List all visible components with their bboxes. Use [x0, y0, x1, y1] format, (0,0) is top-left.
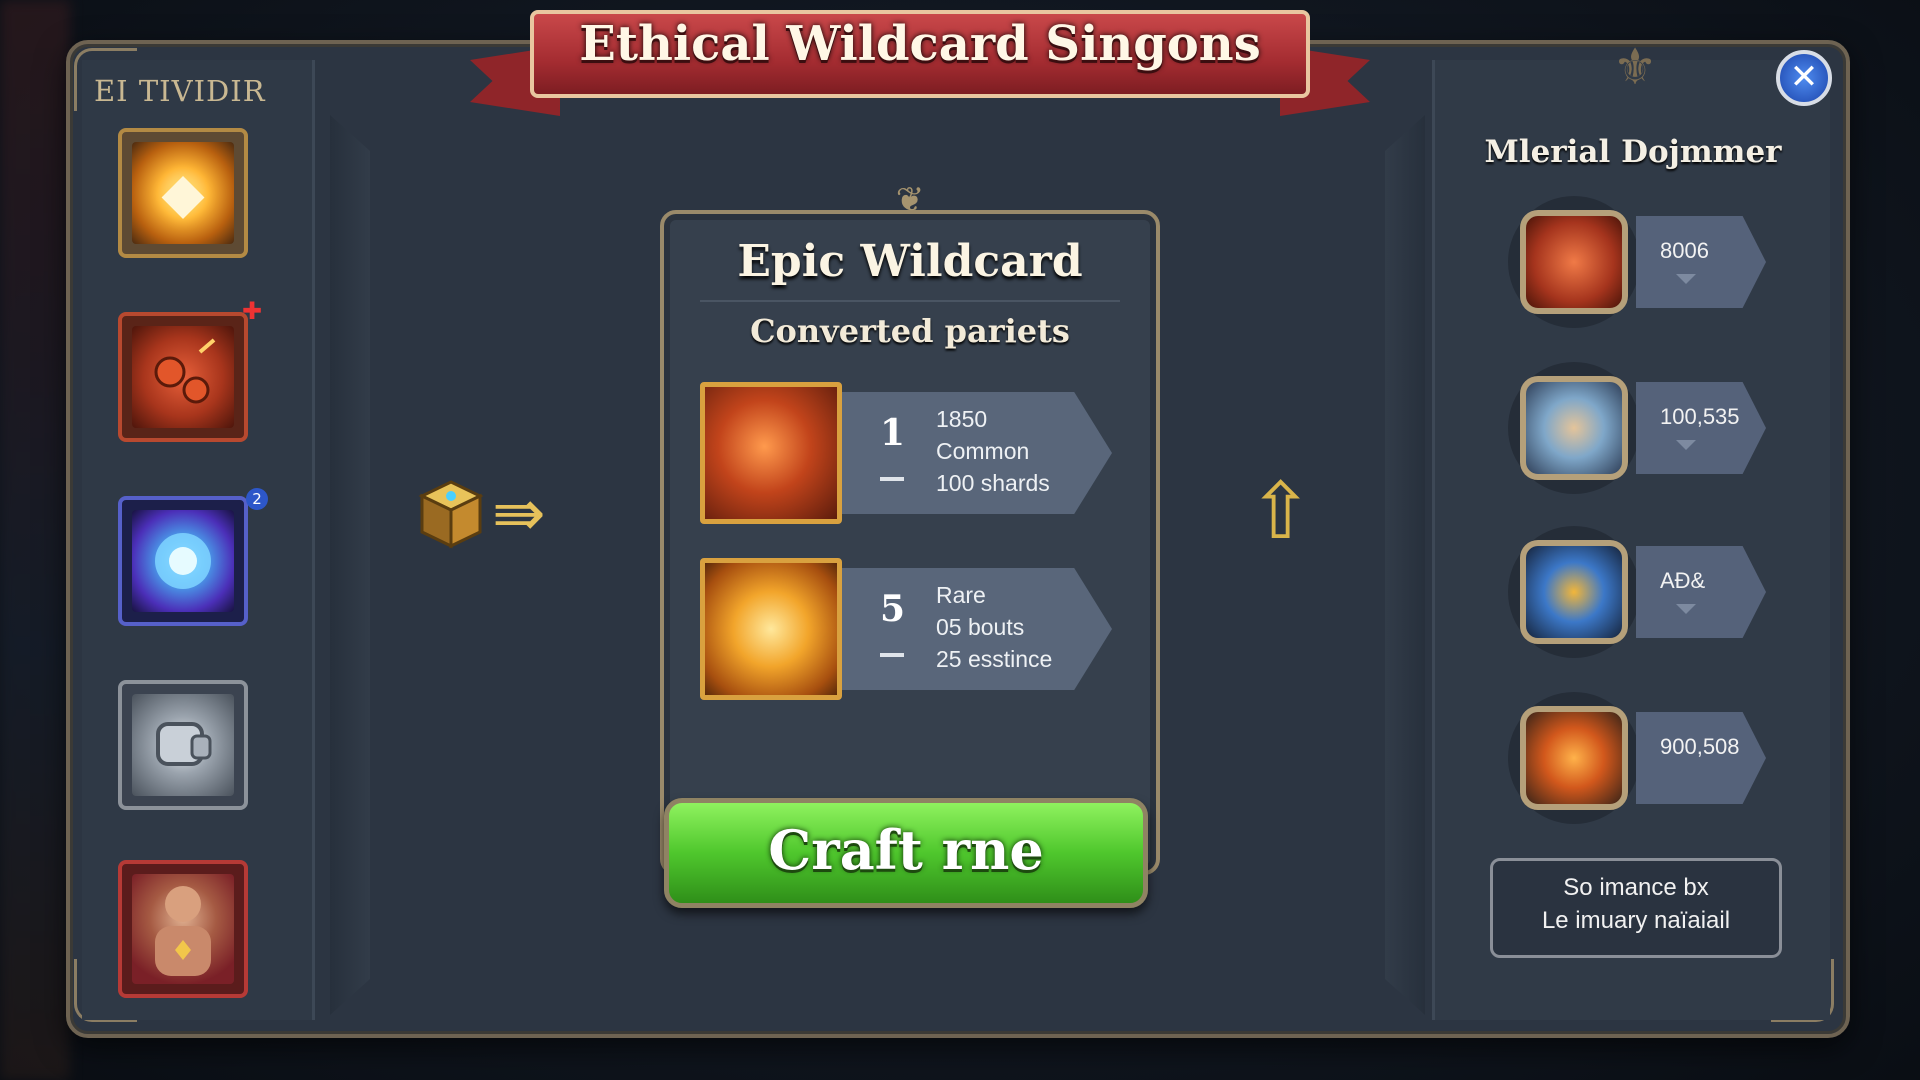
- upgrade-arrow-icon: ⇧: [1248, 467, 1314, 557]
- glowing-gem-icon: ◆: [132, 142, 234, 244]
- left-pillar-decoration: [330, 115, 370, 1015]
- inventory-slot-iron-gauntlet[interactable]: [118, 680, 248, 810]
- common-essence-icon: [700, 382, 842, 524]
- material-value: 900,508: [1660, 734, 1740, 759]
- frost-beast-material-icon: [1520, 376, 1628, 480]
- card-subtitle: Converted pariets: [750, 312, 1070, 350]
- close-button[interactable]: ✕: [1776, 50, 1832, 106]
- rare-swirl-icon: [700, 558, 842, 700]
- chevron-down-icon: [1676, 604, 1696, 614]
- info-line-2: Le imuary naïaiail: [1541, 907, 1731, 934]
- materials-title: Mlerial Dojmmer: [1484, 134, 1782, 170]
- inventory-slot-warrior-portrait[interactable]: [118, 860, 248, 998]
- chevron-down-icon: [1676, 274, 1696, 284]
- recipe-row[interactable]: 1 1850 Common 100 shards: [700, 382, 1120, 524]
- iron-gauntlet-icon: [132, 694, 234, 796]
- material-value: 8006: [1660, 238, 1709, 263]
- page-title: Ethical Wildcard Singons: [579, 16, 1261, 72]
- recipe-line-2: 05 bouts: [936, 614, 1025, 640]
- inventory-slot-fire-orbs[interactable]: [118, 312, 248, 442]
- recipe-row[interactable]: 5 Rare 05 bouts 25 esstince: [700, 558, 1120, 700]
- card-title: Epic Wildcard: [737, 236, 1083, 287]
- convert-arrow-icon: ⇛: [492, 477, 546, 551]
- item-count-badge: 2: [246, 488, 268, 510]
- material-value: AÐ&: [1660, 568, 1706, 593]
- recipe-line-2: Common: [936, 438, 1030, 464]
- recipe-dash: [880, 477, 904, 481]
- new-item-badge-icon: ✚: [242, 297, 263, 325]
- material-item[interactable]: 8006: [1508, 196, 1768, 328]
- inventory-slot-arcane-orb[interactable]: [118, 496, 248, 626]
- info-line-1: So imance bx: [1563, 874, 1709, 901]
- recipe-quantity: 1: [880, 412, 906, 454]
- background-blur: [0, 0, 70, 1080]
- material-cube-icon: [418, 478, 484, 550]
- card-divider: [700, 300, 1120, 302]
- chevron-down-icon: [1676, 440, 1696, 450]
- recipe-line-3: 25 esstince: [936, 646, 1053, 672]
- material-value: 100,535: [1660, 404, 1740, 429]
- card-ornament-icon: ❦: [895, 180, 925, 220]
- fire-orbs-icon: [132, 326, 234, 428]
- recipe-line-1: 1850: [936, 406, 988, 432]
- arcane-orb-icon: [132, 510, 234, 612]
- material-item[interactable]: AÐ&: [1508, 526, 1768, 658]
- recipe-dash: [880, 653, 904, 657]
- wildcard-card-panel: [660, 210, 1160, 875]
- material-item[interactable]: 900,508: [1508, 692, 1768, 824]
- recipe-line-1: Rare: [936, 582, 986, 608]
- right-pillar-decoration: [1385, 115, 1425, 1015]
- recipe-quantity: 5: [880, 588, 906, 630]
- flame-feather-material-icon: [1520, 706, 1628, 810]
- recipe-line-3: 100 shards: [936, 470, 1050, 496]
- sidebar-title: EI TIVIDIR: [94, 74, 266, 108]
- craft-button-label: Craft rne: [768, 818, 1044, 882]
- crest-ornament-icon: ⚜: [1612, 38, 1658, 96]
- material-item[interactable]: 100,535: [1508, 362, 1768, 494]
- warrior-portrait-icon: [132, 874, 234, 984]
- inventory-slot-glowing-gem[interactable]: ◆: [118, 128, 248, 258]
- trident-material-icon: [1520, 540, 1628, 644]
- fire-swirl-material-icon: [1520, 210, 1628, 314]
